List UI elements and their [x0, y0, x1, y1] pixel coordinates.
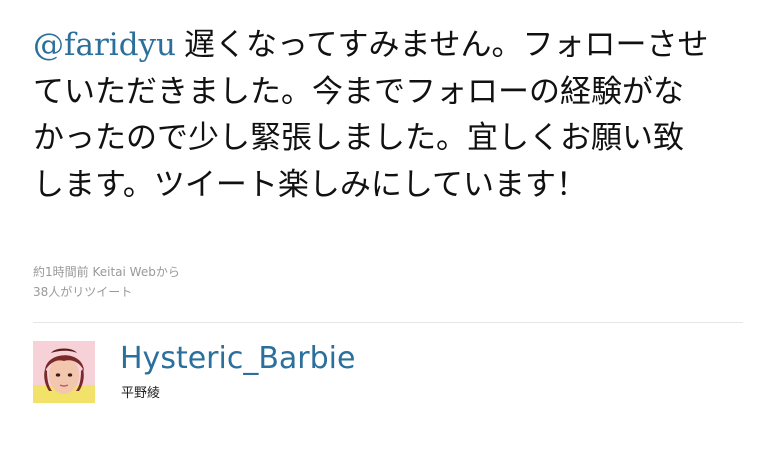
timestamp-line: 約1時間前 Keitai Webから — [33, 262, 180, 282]
timestamp-link[interactable]: 約1時間前 — [33, 265, 89, 279]
retweet-count: 38人がリツイート — [33, 285, 133, 299]
source-link[interactable]: Keitai Web — [92, 265, 155, 279]
screen-name-link[interactable]: Hysteric_Barbie — [120, 341, 355, 376]
tweet-text: @faridyu 遅くなってすみません。フォローさせていただきました。今までフォロ… — [33, 22, 713, 208]
full-name: 平野綾 — [121, 386, 161, 401]
mention-link[interactable]: @faridyu — [33, 27, 176, 63]
tweet: @faridyu 遅くなってすみません。フォローさせていただきました。今までフォロ… — [33, 22, 733, 208]
avatar-image — [33, 341, 95, 403]
divider — [33, 322, 743, 323]
tweet-meta: 約1時間前 Keitai Webから 38人がリツイート — [33, 262, 180, 302]
avatar[interactable] — [33, 341, 95, 403]
source-suffix: から — [155, 265, 180, 279]
